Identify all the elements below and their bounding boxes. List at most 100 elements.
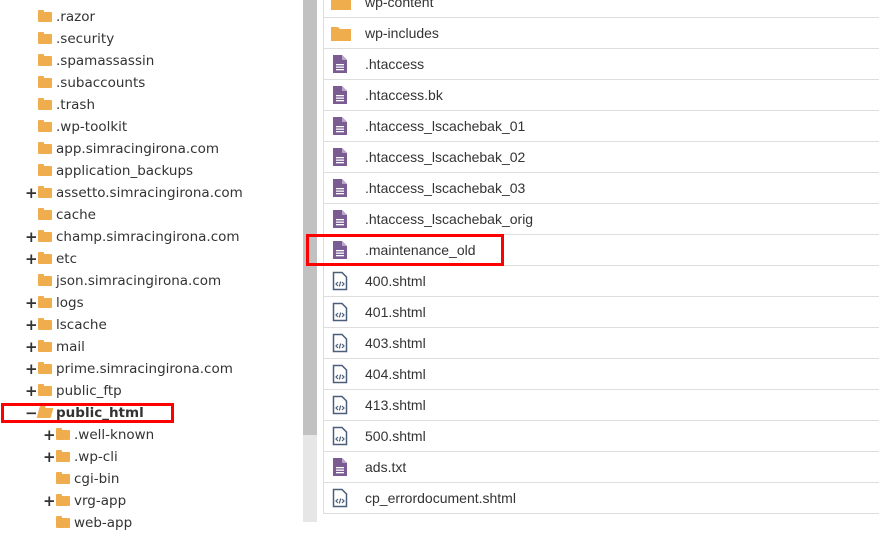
file-name: ads.txt xyxy=(365,459,407,475)
expand-icon[interactable]: + xyxy=(25,292,38,314)
tree-item[interactable]: .wp-toolkit xyxy=(0,116,303,138)
file-row[interactable]: .htaccess_lscachebak_orig xyxy=(324,204,879,235)
code-file-icon xyxy=(332,302,348,325)
file-row[interactable]: 413.shtml xyxy=(324,390,879,421)
tree-item[interactable]: cgi-bin xyxy=(0,468,303,490)
highlight-box-maintenance-old xyxy=(306,234,504,266)
file-name: .htaccess xyxy=(365,56,425,72)
file-row[interactable]: cp_errordocument.shtml xyxy=(324,483,879,514)
file-row[interactable]: 403.shtml xyxy=(324,328,879,359)
tree-item[interactable]: .spamassassin xyxy=(0,50,303,72)
file-name: wp-includes xyxy=(365,25,439,41)
tree-item-label: prime.simracingirona.com xyxy=(56,361,233,377)
tree-item[interactable]: + public_ftp xyxy=(0,380,303,402)
tree-item[interactable]: .razor xyxy=(0,6,303,28)
tree-item-label: app.simracingirona.com xyxy=(56,141,219,157)
folder-icon xyxy=(331,0,351,13)
tree-item-label: etc xyxy=(56,251,78,267)
file-name: cp_errordocument.shtml xyxy=(365,490,516,506)
tree-item[interactable]: .security xyxy=(0,28,303,50)
expand-icon[interactable]: + xyxy=(25,358,38,380)
folder-icon xyxy=(56,450,70,462)
folder-icon xyxy=(38,384,52,396)
file-name: 500.shtml xyxy=(365,428,426,444)
expand-icon[interactable]: + xyxy=(25,314,38,336)
text-file-icon xyxy=(332,116,348,139)
tree-item[interactable]: + .well-known xyxy=(0,424,303,446)
tree-item[interactable]: cache xyxy=(0,204,303,226)
code-file-icon xyxy=(332,426,348,449)
text-file-icon xyxy=(332,54,348,77)
tree-item-label: .subaccounts xyxy=(56,75,146,91)
file-row[interactable]: 400.shtml xyxy=(324,266,879,297)
folder-icon xyxy=(38,164,52,176)
expand-icon[interactable]: + xyxy=(43,490,56,512)
file-row[interactable]: wp-content xyxy=(324,0,879,18)
folder-icon xyxy=(38,10,52,22)
folder-icon xyxy=(56,472,70,484)
tree-item[interactable]: + mail xyxy=(0,336,303,358)
folder-icon xyxy=(56,428,70,440)
scrollbar-thumb[interactable] xyxy=(303,0,317,435)
tree-item[interactable]: json.simracingirona.com xyxy=(0,270,303,292)
folder-icon xyxy=(38,230,52,242)
expand-icon[interactable]: + xyxy=(25,226,38,248)
file-row[interactable]: wp-includes xyxy=(324,18,879,49)
tree-item-label: .wp-cli xyxy=(74,449,118,465)
tree-item-label: lscache xyxy=(56,317,107,333)
expand-icon[interactable]: + xyxy=(25,248,38,270)
folder-icon xyxy=(38,76,52,88)
file-name: .htaccess_lscachebak_03 xyxy=(365,180,526,196)
tree-item-label: .razor xyxy=(56,9,96,25)
tree-item[interactable]: + lscache xyxy=(0,314,303,336)
tree-item[interactable]: .trash xyxy=(0,94,303,116)
file-row[interactable]: .htaccess.bk xyxy=(324,80,879,111)
tree-item-label: public_ftp xyxy=(56,383,122,399)
expand-icon[interactable]: + xyxy=(43,424,56,446)
tree-item[interactable]: + prime.simracingirona.com xyxy=(0,358,303,380)
tree-item[interactable]: application_backups xyxy=(0,160,303,182)
file-row[interactable]: .htaccess_lscachebak_03 xyxy=(324,173,879,204)
code-file-icon xyxy=(332,395,348,418)
file-row[interactable]: .htaccess_lscachebak_02 xyxy=(324,142,879,173)
tree-item[interactable]: app.simracingirona.com xyxy=(0,138,303,160)
tree-item-label: champ.simracingirona.com xyxy=(56,229,240,245)
tree-item[interactable]: + champ.simracingirona.com xyxy=(0,226,303,248)
tree-item[interactable]: web-app xyxy=(0,512,303,534)
file-name: wp-content xyxy=(365,0,434,10)
code-file-icon xyxy=(332,333,348,356)
tree-item-label: .spamassassin xyxy=(56,53,155,69)
file-name: .htaccess_lscachebak_02 xyxy=(365,149,526,165)
expand-icon[interactable]: + xyxy=(43,446,56,468)
expand-icon[interactable]: + xyxy=(25,336,38,358)
file-row[interactable]: .htaccess_lscachebak_01 xyxy=(324,111,879,142)
folder-icon xyxy=(38,296,52,308)
highlight-box-public-html xyxy=(1,403,174,423)
tree-item[interactable]: + logs xyxy=(0,292,303,314)
tree-item-label: cgi-bin xyxy=(74,471,120,487)
text-file-icon xyxy=(332,85,348,108)
file-row[interactable]: 500.shtml xyxy=(324,421,879,452)
tree-item[interactable]: + .wp-cli xyxy=(0,446,303,468)
file-name: 403.shtml xyxy=(365,335,426,351)
tree-item-label: assetto.simracingirona.com xyxy=(56,185,243,201)
code-file-icon xyxy=(332,364,348,387)
text-file-icon xyxy=(332,147,348,170)
folder-icon xyxy=(38,252,52,264)
tree-item[interactable]: + assetto.simracingirona.com xyxy=(0,182,303,204)
expand-icon[interactable]: + xyxy=(25,380,38,402)
tree-item[interactable]: + vrg-app xyxy=(0,490,303,512)
folder-icon xyxy=(38,340,52,352)
tree-item[interactable]: + etc xyxy=(0,248,303,270)
file-name: .htaccess_lscachebak_orig xyxy=(365,211,534,227)
file-row[interactable]: .htaccess xyxy=(324,49,879,80)
tree-item-label: .security xyxy=(56,31,115,47)
tree-item-label: web-app xyxy=(74,515,133,531)
file-row[interactable]: 404.shtml xyxy=(324,359,879,390)
file-row[interactable]: 401.shtml xyxy=(324,297,879,328)
folder-icon xyxy=(38,318,52,330)
tree-item[interactable]: .subaccounts xyxy=(0,72,303,94)
expand-icon[interactable]: + xyxy=(25,182,38,204)
file-row[interactable]: ads.txt xyxy=(324,452,879,483)
tree-item-label: .trash xyxy=(56,97,95,113)
